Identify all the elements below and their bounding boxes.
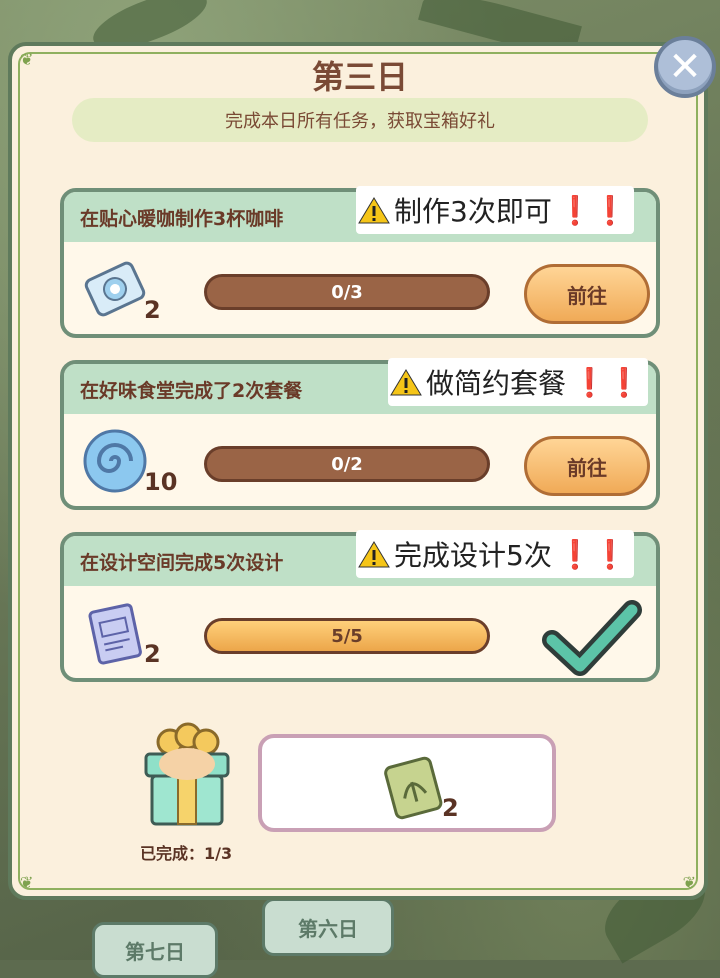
warning-icon (358, 197, 390, 224)
blueprint-scroll-icon (88, 603, 142, 665)
reward-count: 2 (144, 640, 161, 668)
task-note: 完成设计5次 ❗❗ (356, 530, 634, 578)
coffee-ticket-icon (84, 261, 146, 317)
task-note: 做简约套餐 ❗❗ (388, 358, 648, 406)
tab-day-seven-label: 第七日 (125, 939, 185, 964)
go-button-label: 前往 (567, 283, 607, 308)
chest-progress-label: 已完成：1/3 (140, 844, 233, 863)
gift-box-icon[interactable] (132, 720, 242, 830)
task-title: 在好味食堂完成了2次套餐 (80, 380, 303, 402)
go-button-label: 前往 (567, 455, 607, 480)
task-note-text: 做简约套餐 (426, 367, 567, 400)
exclamation-marks: ❗❗ (572, 365, 642, 399)
reward-count: 10 (144, 468, 178, 496)
dialog-subtitle: 完成本日所有任务，获取宝箱好礼 (72, 98, 648, 142)
close-x-icon: ✕ (668, 44, 702, 90)
task-title: 在贴心暖咖制作3杯咖啡 (80, 208, 284, 230)
go-button[interactable]: 前往 (524, 436, 650, 496)
task-note: 制作3次即可 ❗❗ (356, 186, 634, 234)
corner-leaf-icon: ❦ (682, 873, 696, 892)
task-card: 在贴心暖咖制作3杯咖啡 制作3次即可 ❗❗ 2 0/3 前往 (60, 186, 660, 338)
dialog-title: 第三日 (311, 58, 408, 96)
reward-count: 2 (144, 296, 161, 324)
progress-text: 0/3 (331, 281, 363, 303)
task-progress-bar: 0/3 (204, 274, 490, 310)
task-card: 在好味食堂完成了2次套餐 做简约套餐 ❗❗ 10 0/2 前往 (60, 358, 660, 510)
progress-text: 0/2 (331, 453, 363, 475)
task-progress-bar: 0/2 (204, 446, 490, 482)
tab-day-seven[interactable]: 第七日 (92, 922, 218, 978)
progress-text: 5/5 (331, 625, 363, 647)
task-progress-bar: 5/5 (204, 618, 490, 654)
blue-swirl-icon (83, 429, 147, 493)
go-button[interactable]: 前往 (524, 264, 650, 324)
chest-reward-box: 2 (258, 734, 556, 832)
tab-day-six[interactable]: 第六日 (262, 898, 394, 956)
exclamation-marks: ❗❗ (557, 193, 628, 227)
check-mark-icon (542, 600, 642, 676)
seed-bag-icon (384, 756, 443, 820)
reward-count: 2 (442, 794, 459, 822)
task-note-text: 制作3次即可 (394, 195, 552, 228)
tab-day-six-label: 第六日 (298, 916, 358, 941)
task-card: 在设计空间完成5次设计 完成设计5次 ❗❗ 2 5/5 (60, 530, 660, 682)
exclamation-marks: ❗❗ (557, 537, 628, 571)
warning-icon (358, 541, 390, 568)
close-button[interactable]: ✕ (654, 36, 716, 98)
warning-icon (390, 369, 422, 396)
task-note-text: 完成设计5次 (394, 539, 552, 572)
corner-leaf-icon: ❦ (20, 873, 34, 892)
task-title: 在设计空间完成5次设计 (80, 552, 284, 574)
